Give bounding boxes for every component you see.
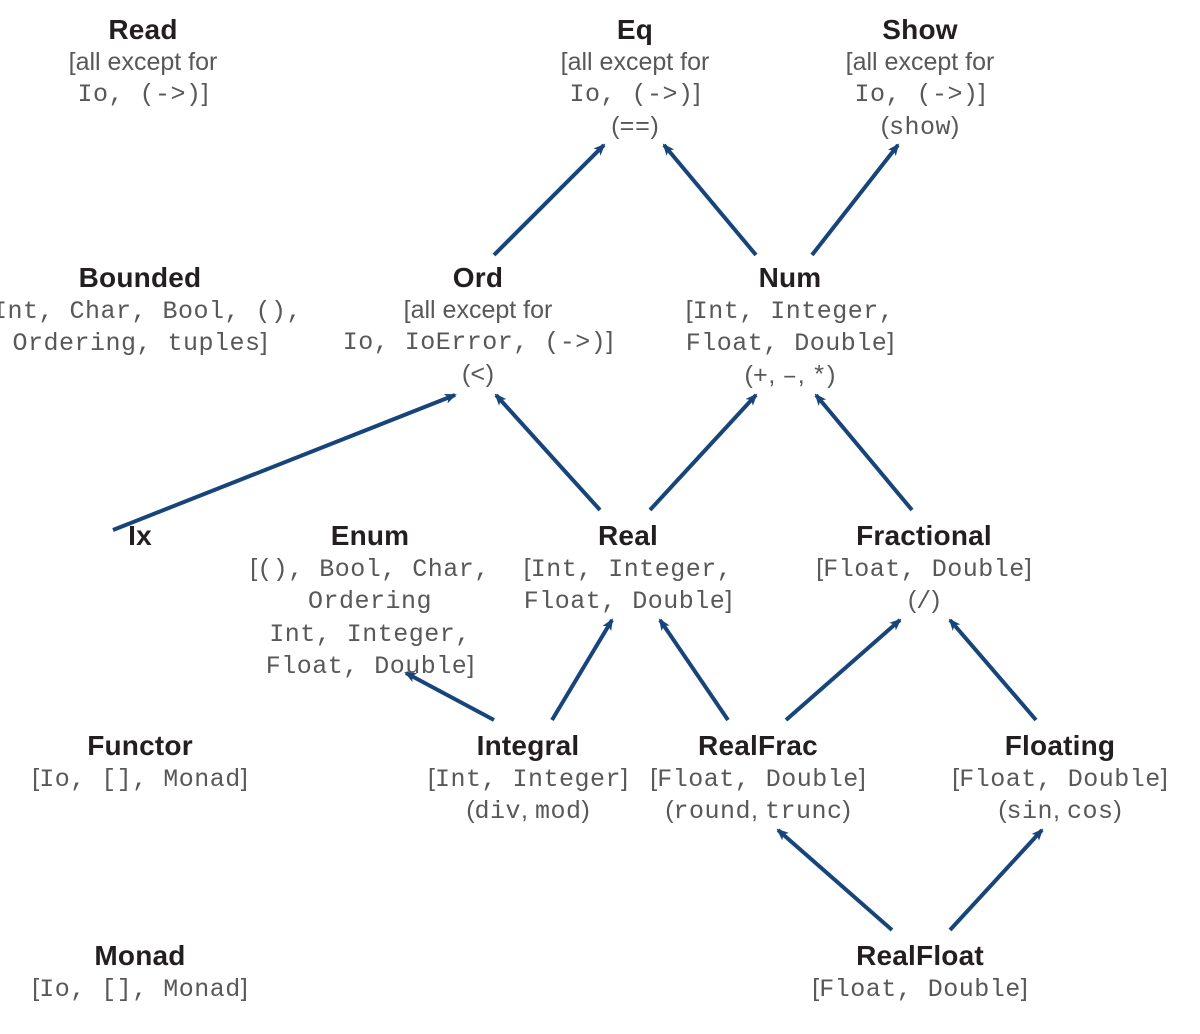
diagram-arrows [0,0,1200,1034]
instances: [all except for Io, (->)] [810,47,1030,111]
node-realfrac: RealFrac [Float, Double] (round, trunc) [628,728,888,828]
instances: [Float, Double] [795,973,1045,1005]
node-monad: Monad [Io, [], Monad] [20,938,260,1005]
class-name: RealFloat [795,938,1045,973]
class-name: Num [660,260,920,295]
typeclass-hierarchy-diagram: { "colors": { "arrow": "#17457a", "title… [0,0,1200,1034]
node-integral: Integral [Int, Integer] (div, mod) [403,728,653,828]
class-name: Floating [930,728,1190,763]
class-name: Fractional [794,518,1054,553]
instances: [Int, Integer] [403,763,653,795]
class-name: Functor [20,728,260,763]
instances: [Io, [], Monad] [20,973,260,1005]
node-functor: Functor [Io, [], Monad] [20,728,260,795]
class-name: Enum [240,518,500,553]
instances: [all except for Io, IoError, (->)] [328,295,628,359]
instances: [Int, Char, Bool, (), Ordering, tuples] [0,295,295,360]
class-name: Integral [403,728,653,763]
methods: (<) [328,359,628,391]
node-ord: Ord [all except for Io, IoError, (->)] (… [328,260,628,391]
methods: (show) [810,111,1030,143]
class-name: Ord [328,260,628,295]
node-fractional: Fractional [Float, Double] (/) [794,518,1054,618]
methods: (sin, cos) [930,795,1190,827]
node-enum: Enum [(), Bool, Char, Ordering Int, Inte… [240,518,500,682]
node-ix: Ix [110,518,170,553]
node-floating: Floating [Float, Double] (sin, cos) [930,728,1190,828]
node-realfloat: RealFloat [Float, Double] [795,938,1045,1005]
instances: [all except for Io, (->)] [33,47,253,111]
methods: (/) [794,585,1054,617]
class-name: RealFrac [628,728,888,763]
instances: [Io, [], Monad] [20,763,260,795]
node-show: Show [all except for Io, (->)] (show) [810,12,1030,143]
instances: [all except for Io, (->)] [525,47,745,111]
instances: [Int, Integer, Float, Double] [660,295,920,360]
methods: (round, trunc) [628,795,888,827]
class-name: Monad [20,938,260,973]
methods: (+, –, *) [660,360,920,392]
instances: [Int, Integer, Float, Double] [503,553,753,618]
instances: [(), Bool, Char, Ordering Int, Integer, … [240,553,500,682]
node-read: Read [all except for Io, (->)] [33,12,253,111]
node-eq: Eq [all except for Io, (->)] (==) [525,12,745,143]
class-name: Ix [110,518,170,553]
methods: (div, mod) [403,795,653,827]
class-name: Read [33,12,253,47]
instances: [Float, Double] [628,763,888,795]
methods: (==) [525,111,745,143]
class-name: Eq [525,12,745,47]
class-name: Bounded [0,260,295,295]
node-bounded: Bounded [Int, Char, Bool, (), Ordering, … [0,260,295,360]
instances: [Float, Double] [794,553,1054,585]
node-real: Real [Int, Integer, Float, Double] [503,518,753,618]
class-name: Real [503,518,753,553]
node-num: Num [Int, Integer, Float, Double] (+, –,… [660,260,920,392]
instances: [Float, Double] [930,763,1190,795]
class-name: Show [810,12,1030,47]
